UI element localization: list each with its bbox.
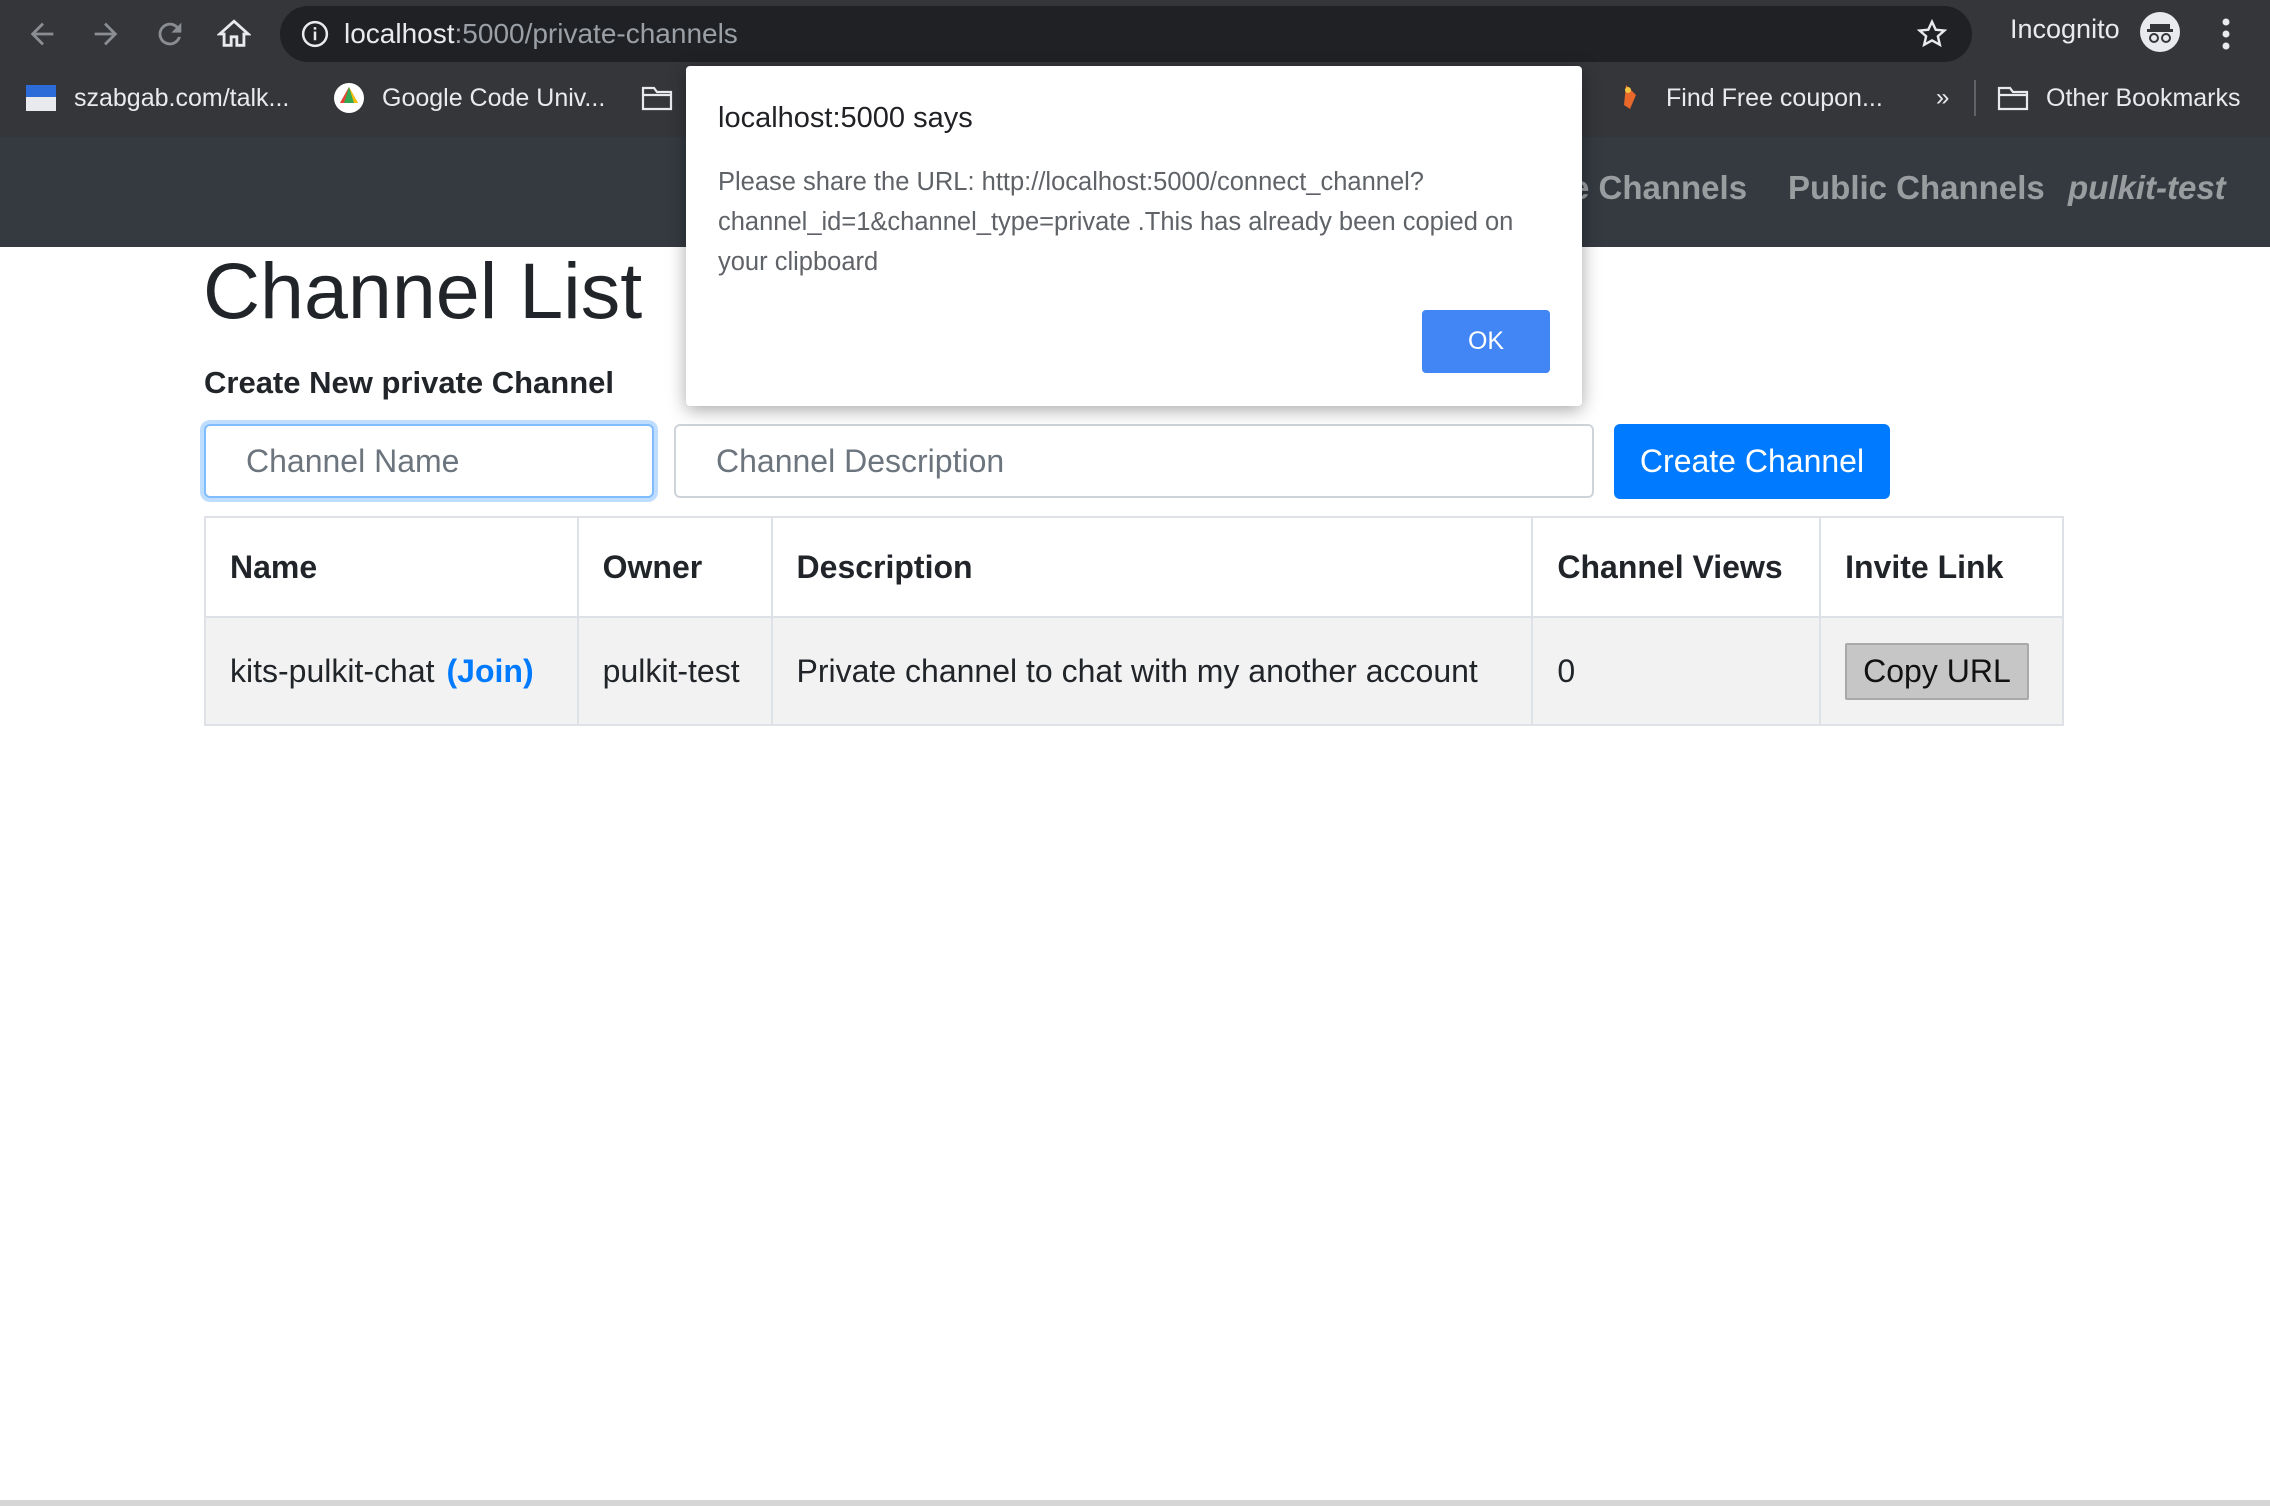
- bookmark-google-code[interactable]: Google Code Univ...: [332, 74, 605, 122]
- overflow-chevron-icon: »: [1936, 84, 1950, 111]
- table-header-row: Name Owner Description Channel Views Inv…: [204, 516, 2064, 618]
- url-host: localhost: [344, 18, 455, 49]
- column-header-invite: Invite Link: [1819, 516, 2064, 618]
- cell-invite: Copy URL: [1819, 616, 2064, 726]
- url-path: :5000/private-channels: [454, 18, 738, 49]
- nav-private-channels[interactable]: te Channels: [1560, 169, 1747, 207]
- back-arrow-icon: [30, 22, 54, 46]
- info-icon: [301, 20, 329, 48]
- bookmark-label: Find Free coupon...: [1666, 83, 1883, 112]
- join-link[interactable]: (Join): [447, 653, 534, 689]
- copy-url-button[interactable]: Copy URL: [1845, 642, 2029, 700]
- nav-user[interactable]: pulkit-test: [2068, 169, 2226, 207]
- bookmark-label: Google Code Univ...: [382, 83, 606, 112]
- bookmark-folder[interactable]: [640, 74, 690, 122]
- url-text: localhost:5000/private-channels: [344, 6, 738, 62]
- bookmark-separator: [1974, 80, 1976, 116]
- bookmarks-overflow-button[interactable]: »: [1936, 74, 1949, 122]
- channel-table: Name Owner Description Channel Views Inv…: [204, 516, 2064, 726]
- column-header-owner: Owner: [576, 516, 773, 618]
- site-favicon-icon: [26, 85, 56, 111]
- forward-arrow-icon: [94, 22, 118, 46]
- bookmark-star-icon[interactable]: [1916, 18, 1948, 50]
- channel-description-input[interactable]: [674, 424, 1594, 498]
- create-channel-heading: Create New private Channel: [204, 365, 615, 400]
- window-bottom-edge: [0, 1500, 2270, 1506]
- channel-name-input[interactable]: [204, 424, 654, 498]
- column-header-views: Channel Views: [1531, 516, 1822, 618]
- column-header-description: Description: [770, 516, 1534, 618]
- folder-icon: [1997, 86, 2029, 111]
- other-bookmarks-label: Other Bookmarks: [2046, 83, 2241, 112]
- home-icon: [217, 19, 251, 47]
- cell-views: 0: [1531, 616, 1822, 726]
- other-bookmarks[interactable]: Other Bookmarks: [1996, 74, 2241, 122]
- create-channel-button[interactable]: Create Channel: [1614, 424, 1890, 499]
- folder-icon: [641, 86, 673, 111]
- page-title: Channel List: [203, 246, 643, 335]
- bookmark-coupon[interactable]: Find Free coupon...: [1616, 74, 1883, 122]
- cell-owner: pulkit-test: [576, 616, 773, 726]
- table-row: kits-pulkit-chat (Join) pulkit-test Priva…: [204, 616, 2064, 726]
- dialog-title: localhost:5000 says: [718, 102, 973, 134]
- address-bar[interactable]: localhost:5000/private-channels: [280, 6, 1972, 62]
- dialog-ok-button[interactable]: OK: [1422, 310, 1550, 373]
- back-button[interactable]: [16, 8, 68, 60]
- bookmark-label: szabgab.com/talk...: [74, 83, 290, 112]
- channel-name: kits-pulkit-chat: [230, 652, 435, 689]
- cell-description: Private channel to chat with my another …: [770, 616, 1534, 726]
- google-favicon-icon: [334, 83, 364, 113]
- column-header-name: Name: [204, 516, 579, 618]
- menu-kebab-icon[interactable]: [2212, 14, 2240, 54]
- alert-dialog: localhost:5000 says Please share the URL…: [686, 66, 1582, 406]
- bookmark-szabgab[interactable]: szabgab.com/talk...: [24, 74, 289, 122]
- incognito-label: Incognito: [2010, 14, 2120, 44]
- cell-name: kits-pulkit-chat (Join): [204, 616, 579, 726]
- coupon-favicon-icon: [1624, 85, 1636, 109]
- reload-button[interactable]: [144, 8, 196, 60]
- incognito-icon: [2140, 12, 2180, 52]
- nav-public-channels[interactable]: Public Channels: [1788, 169, 2045, 207]
- home-button[interactable]: [208, 8, 260, 60]
- reload-icon: [158, 22, 182, 46]
- forward-button[interactable]: [80, 8, 132, 60]
- dialog-message: Please share the URL: http://localhost:5…: [718, 168, 1514, 276]
